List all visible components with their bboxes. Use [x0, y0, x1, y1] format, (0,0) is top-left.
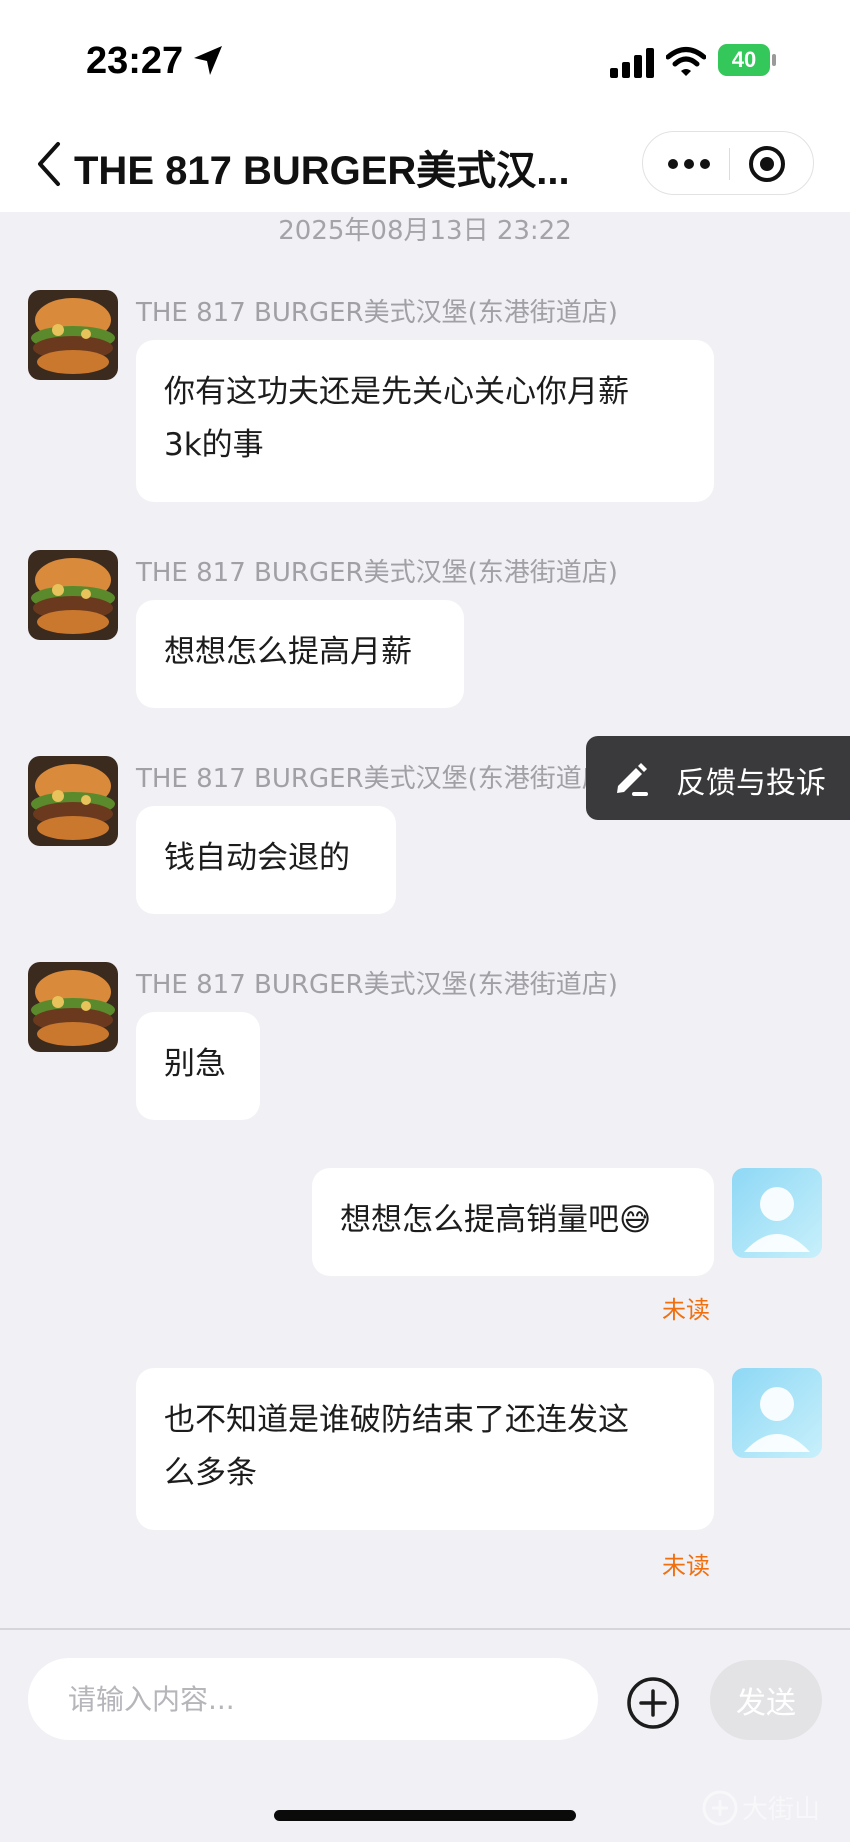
message-text-line: 你有这功夫还是先关心关心你月薪: [164, 374, 629, 410]
sender-name: THE 817 BURGER美式汉堡(东港街道店): [136, 970, 618, 1000]
unread-status: 未读: [662, 1296, 710, 1324]
capsule-divider: [729, 148, 730, 180]
location-arrow-icon: [194, 46, 222, 75]
chat-timestamp: 2025年08月13日 23:22: [278, 216, 572, 246]
message-input[interactable]: [28, 1658, 598, 1740]
sender-name: THE 817 BURGER美式汉堡(东港街道店): [136, 298, 618, 328]
shop-avatar[interactable]: [28, 550, 118, 640]
message-bubble[interactable]: 别急: [136, 1012, 260, 1120]
shop-avatar[interactable]: [28, 290, 118, 380]
watermark-text: 大街山: [742, 1795, 820, 1825]
home-indicator: [274, 1810, 576, 1821]
message-text: 钱自动会退的: [164, 840, 350, 876]
feedback-label: 反馈与投诉: [676, 766, 826, 801]
plus-circle-icon[interactable]: [626, 1676, 680, 1730]
page-title: THE 817 BURGER美式汉...: [74, 149, 570, 193]
signal-icon: [610, 48, 654, 78]
message-text: 别急: [164, 1046, 226, 1082]
feedback-complaint-button[interactable]: 反馈与投诉: [586, 736, 850, 820]
target-circle-icon[interactable]: [747, 144, 787, 184]
message-text: 想想怎么提高月薪: [164, 634, 412, 670]
battery-charging-icon: 40: [718, 44, 776, 76]
message-bubble-self[interactable]: 也不知道是谁破防结束了还连发这 么多条: [136, 1368, 714, 1530]
user-avatar[interactable]: [732, 1368, 822, 1458]
sender-name: THE 817 BURGER美式汉堡(东港街道店): [136, 558, 618, 588]
shop-avatar[interactable]: [28, 756, 118, 846]
message-text-line: 也不知道是谁破防结束了还连发这: [164, 1402, 629, 1438]
battery-tip: [772, 54, 776, 66]
wifi-icon: [666, 47, 706, 76]
status-time: 23:27: [86, 40, 184, 82]
burger-image: [28, 290, 118, 380]
default-user-icon: [732, 1168, 822, 1258]
burger-image: [28, 550, 118, 640]
watermark-logo: 大街山: [702, 1790, 820, 1826]
default-user-icon: [732, 1368, 822, 1458]
message-text: 想想怎么提高销量吧: [340, 1202, 619, 1238]
burger-image: [28, 756, 118, 846]
sender-name: THE 817 BURGER美式汉堡(东港街道店): [136, 764, 618, 794]
shop-avatar[interactable]: [28, 962, 118, 1052]
user-avatar[interactable]: [732, 1168, 822, 1258]
mini-program-capsule: [642, 131, 814, 195]
message-bubble[interactable]: 钱自动会退的: [136, 806, 396, 914]
more-dots-icon[interactable]: [667, 154, 711, 174]
burger-image: [28, 962, 118, 1052]
edit-pen-icon: [617, 763, 648, 796]
message-text-line: 么多条: [164, 1455, 257, 1491]
unread-status: 未读: [662, 1552, 710, 1580]
send-button[interactable]: 发送: [710, 1660, 822, 1740]
chevron-left-icon[interactable]: [34, 140, 64, 188]
message-text-line: 3k的事: [164, 427, 264, 463]
sweat-smile-emoji: 😅: [619, 1202, 652, 1238]
message-bubble[interactable]: 你有这功夫还是先关心关心你月薪 3k的事: [136, 340, 714, 502]
message-bubble[interactable]: 想想怎么提高月薪: [136, 600, 464, 708]
battery-level: 40: [718, 44, 770, 76]
message-bubble-self[interactable]: 想想怎么提高销量吧😅: [312, 1168, 714, 1276]
